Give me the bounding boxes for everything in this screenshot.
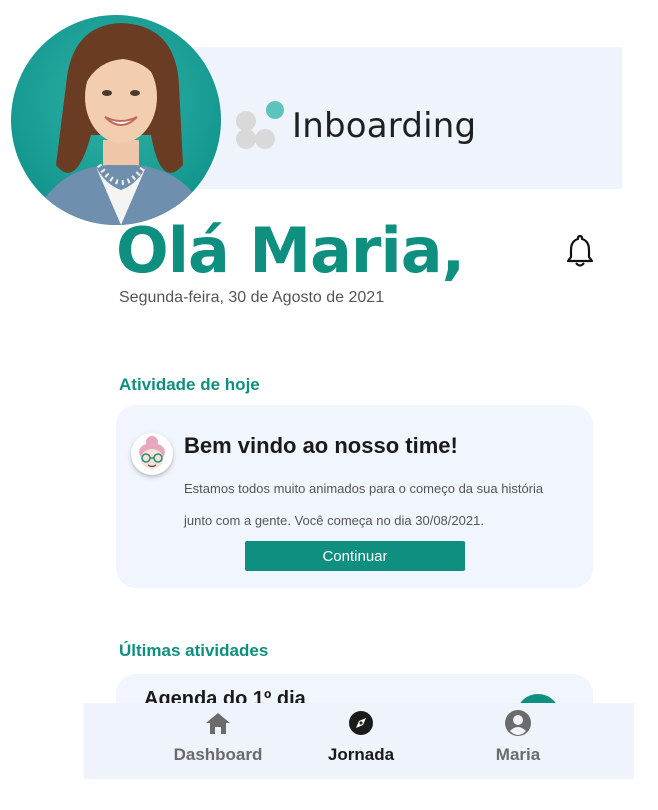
- card-description: Estamos todos muito animados para o come…: [184, 481, 544, 528]
- greeting-title: Olá Maria,: [116, 214, 465, 287]
- logo-dots-icon: [236, 101, 288, 151]
- brand-name: Inboarding: [292, 106, 477, 146]
- current-date: Segunda-feira, 30 de Agosto de 2021: [119, 289, 385, 306]
- continue-button[interactable]: Continuar: [245, 541, 465, 571]
- grandma-avatar-icon: [131, 433, 173, 475]
- today-activity-card: Bem vindo ao nosso time! Estamos todos m…: [116, 405, 593, 588]
- profile-avatar[interactable]: [11, 15, 221, 225]
- nav-item-dashboard[interactable]: Dashboard: [158, 703, 278, 779]
- nav-label-maria: Maria: [495, 745, 541, 764]
- nav-item-maria[interactable]: Maria: [458, 703, 578, 779]
- card-title: Bem vindo ao nosso time!: [184, 433, 458, 458]
- section-title-today: Atividade de hoje: [119, 375, 260, 394]
- bottom-navigation: Dashboard Jornada Maria: [84, 703, 634, 779]
- section-title-recent: Últimas atividades: [119, 641, 269, 660]
- nav-label-dashboard: Dashboard: [173, 745, 263, 764]
- home-icon: [206, 713, 230, 734]
- compass-icon: [349, 711, 373, 735]
- brand-logo: Inboarding: [236, 101, 476, 151]
- notification-bell-icon[interactable]: [565, 233, 595, 267]
- nav-label-jornada: Jornada: [327, 745, 395, 764]
- user-circle-icon: [505, 710, 531, 736]
- nav-item-jornada[interactable]: Jornada: [301, 703, 421, 779]
